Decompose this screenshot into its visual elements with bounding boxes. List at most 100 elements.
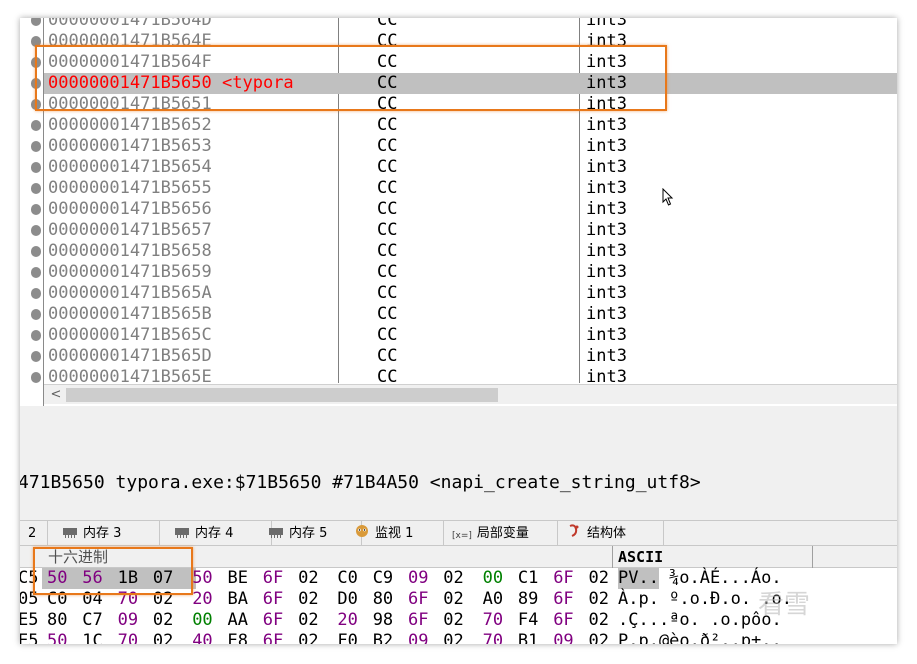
hex-byte[interactable]: 70 — [483, 610, 503, 631]
disassembly-row[interactable]: 00000001471B5656 CC int3 — [31, 199, 897, 220]
hex-byte[interactable]: BE — [228, 568, 248, 589]
hex-byte[interactable]: C1 — [518, 568, 538, 589]
hex-byte[interactable]: 00 — [192, 610, 212, 631]
hex-byte[interactable]: 02 — [153, 610, 173, 631]
hex-byte[interactable]: A0 — [483, 589, 503, 610]
disassembly-row[interactable]: 00000001471B5652 CC int3 — [31, 115, 897, 136]
dump-tab[interactable]: 内存 3 — [48, 521, 160, 547]
hex-byte[interactable]: 6F — [263, 568, 283, 589]
hex-byte[interactable]: 02 — [589, 568, 609, 589]
horizontal-scrollbar[interactable]: < — [44, 384, 897, 404]
disassembly-row[interactable]: 00000001471B564D CC int3 — [31, 18, 897, 31]
hex-byte[interactable]: 02 — [589, 631, 609, 644]
breakpoint-dot-icon[interactable] — [31, 162, 41, 173]
breakpoint-dot-icon[interactable] — [31, 141, 41, 152]
hex-byte[interactable]: 70 — [483, 631, 503, 644]
hex-byte[interactable]: 02 — [298, 631, 318, 644]
hex-byte[interactable]: C0 — [337, 568, 357, 589]
hex-byte[interactable]: 09 — [408, 568, 428, 589]
hex-byte[interactable]: E8 — [228, 631, 248, 644]
disassembly-row[interactable]: 00000001471B565B CC int3 — [31, 304, 897, 325]
dump-tab[interactable]: 结构体 — [552, 521, 664, 547]
disassembly-row[interactable]: 00000001471B565D CC int3 — [31, 346, 897, 367]
hex-byte[interactable]: 6F — [408, 589, 428, 610]
hex-byte[interactable]: 70 — [118, 631, 138, 644]
disassembly-row[interactable]: 00000001471B5658 CC int3 — [31, 241, 897, 262]
scroll-thumb[interactable] — [66, 388, 498, 402]
hex-byte[interactable]: 02 — [443, 589, 463, 610]
hex-byte[interactable]: 02 — [298, 610, 318, 631]
disassembly-row[interactable]: 00000001471B5653 CC int3 — [31, 136, 897, 157]
watch-icon — [354, 522, 370, 537]
hex-byte[interactable]: 02 — [443, 631, 463, 644]
hex-byte[interactable]: 20 — [192, 589, 212, 610]
hex-byte[interactable]: 6F — [263, 631, 283, 644]
hex-byte[interactable]: B1 — [518, 631, 538, 644]
hex-byte[interactable]: 02 — [298, 589, 318, 610]
breakpoint-dot-icon[interactable] — [31, 120, 41, 131]
hex-byte[interactable]: 6F — [408, 610, 428, 631]
instruction-address: 00000001471B565B — [48, 304, 212, 325]
address-text: 00000001471B5654 — [48, 157, 212, 177]
breakpoint-dot-icon[interactable] — [31, 267, 41, 278]
memory-icon — [62, 522, 78, 538]
ascii-selected-text[interactable]: PV.. — [618, 568, 659, 589]
hex-byte[interactable]: AA — [228, 610, 248, 631]
hex-byte[interactable]: 09 — [118, 610, 138, 631]
hex-byte[interactable]: 02 — [443, 568, 463, 589]
disassembly-row[interactable]: 00000001471B565C CC int3 — [31, 325, 897, 346]
hex-byte[interactable]: 89 — [518, 589, 538, 610]
breakpoint-dot-icon[interactable] — [31, 246, 41, 257]
address-text: 00000001471B565B — [48, 304, 212, 324]
hex-byte[interactable]: 50 — [192, 568, 212, 589]
hex-byte[interactable]: 80 — [373, 589, 393, 610]
disassembly-row[interactable]: 00000001471B5657 CC int3 — [31, 220, 897, 241]
hex-byte[interactable]: F4 — [518, 610, 538, 631]
hex-byte[interactable]: 80 — [47, 610, 67, 631]
breakpoint-dot-icon[interactable] — [31, 330, 41, 341]
ascii-column-header[interactable]: ASCII — [618, 546, 663, 568]
hex-byte[interactable]: 02 — [153, 631, 173, 644]
hex-byte[interactable]: F0 — [337, 631, 357, 644]
hex-byte[interactable]: C7 — [82, 610, 102, 631]
dump-tab[interactable]: 监视 1 — [340, 521, 444, 547]
hex-byte[interactable]: 6F — [263, 589, 283, 610]
dump-row[interactable]: E5 50 1C 70 02 40 E8 6F 02 F0 B2 09 02 70 B1 09 02 P.p.@è… — [20, 631, 897, 644]
disassembly-row[interactable]: 00000001471B5654 CC int3 — [31, 157, 897, 178]
hex-byte[interactable]: C9 — [373, 568, 393, 589]
hex-byte[interactable]: 6F — [263, 610, 283, 631]
breakpoint-dot-icon[interactable] — [31, 225, 41, 236]
hex-byte[interactable]: 6F — [553, 589, 573, 610]
hex-byte[interactable]: 09 — [408, 631, 428, 644]
hex-byte[interactable]: 02 — [589, 589, 609, 610]
scroll-left-arrow[interactable]: < — [48, 385, 64, 405]
disassembly-row[interactable]: 00000001471B565A CC int3 — [31, 283, 897, 304]
hex-byte[interactable]: 6F — [553, 610, 573, 631]
dump-tab[interactable]: [x=] 局部变量 — [438, 521, 558, 547]
breakpoint-dot-icon[interactable] — [31, 309, 41, 320]
hex-byte[interactable]: 6F — [553, 568, 573, 589]
disassembly-row[interactable]: 00000001471B5655 CC int3 — [31, 178, 897, 199]
tab-label: 2 — [28, 526, 37, 541]
hex-byte[interactable]: D0 — [337, 589, 357, 610]
breakpoint-dot-icon[interactable] — [31, 372, 41, 383]
hex-byte[interactable]: B2 — [373, 631, 393, 644]
hex-byte[interactable]: 20 — [337, 610, 357, 631]
hex-byte[interactable]: 09 — [553, 631, 573, 644]
breakpoint-dot-icon[interactable] — [31, 204, 41, 215]
hex-byte[interactable]: 02 — [298, 568, 318, 589]
breakpoint-dot-icon[interactable] — [31, 183, 41, 194]
ascii-text[interactable]: P.p.@èo.ð²..p±.. — [618, 631, 782, 644]
hex-byte[interactable]: BA — [228, 589, 248, 610]
hex-byte[interactable]: 40 — [192, 631, 212, 644]
breakpoint-dot-icon[interactable] — [31, 288, 41, 299]
breakpoint-dot-icon[interactable] — [31, 351, 41, 362]
disassembly-row[interactable]: 00000001471B5659 CC int3 — [31, 262, 897, 283]
hex-byte[interactable]: 02 — [589, 610, 609, 631]
hex-byte[interactable]: 02 — [443, 610, 463, 631]
hex-byte[interactable]: 1C — [82, 631, 102, 644]
hex-byte[interactable]: 00 — [483, 568, 503, 589]
hex-byte[interactable]: 98 — [373, 610, 393, 631]
dump-tab[interactable]: 2 — [20, 521, 48, 547]
hex-byte[interactable]: 50 — [47, 631, 67, 644]
